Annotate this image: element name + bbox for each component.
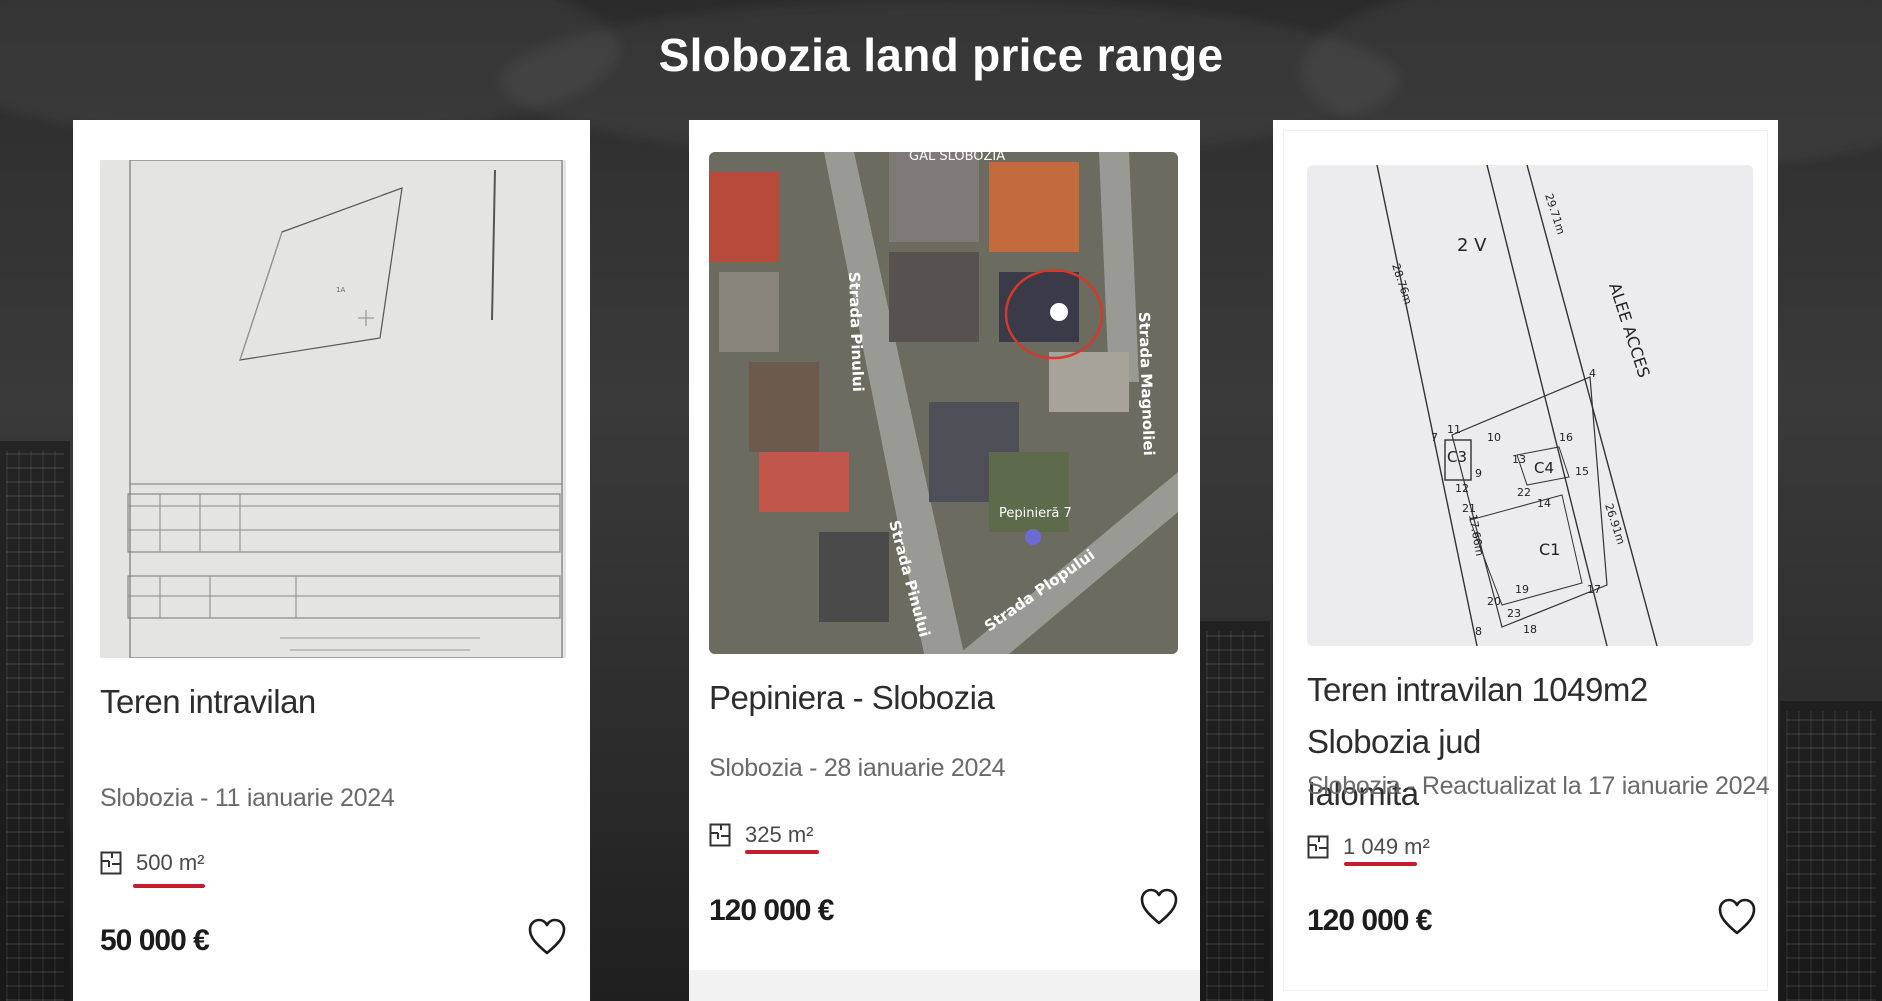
plan-point-label: 12 xyxy=(1455,482,1469,495)
plan-point-label: 9 xyxy=(1475,467,1482,480)
listing-card-2[interactable]: GAL SLOBOZIA Strada Pinului Strada Pinul… xyxy=(689,120,1200,1001)
floor-plan-icon xyxy=(709,823,731,847)
listing-card-1[interactable]: 1A Teren intravilan Slobozia - 11 ianuar… xyxy=(73,120,590,1001)
listing-location-date: Slobozia - 28 ianuarie 2024 xyxy=(709,754,1006,782)
plan-point-label: 8 xyxy=(1475,625,1482,638)
plan-building-label: C3 xyxy=(1447,448,1467,466)
listing-area-value: 1 049 m² xyxy=(1343,834,1430,859)
plan-point-label: 10 xyxy=(1487,431,1501,444)
svg-text:1A: 1A xyxy=(336,286,345,294)
plan-point-label: 14 xyxy=(1537,497,1551,510)
listing-title[interactable]: Pepiniera - Slobozia xyxy=(709,672,995,724)
listing-location-date: Slobozia - Reactualizat la 17 ianuarie 2… xyxy=(1307,772,1770,800)
listing-image-survey-plan[interactable]: 1A xyxy=(100,160,566,658)
plan-point-label: 16 xyxy=(1559,431,1573,444)
listing-title-line-1[interactable]: Teren intravilan 1049m2 Slobozia jud xyxy=(1307,664,1767,768)
plan-point-label: 4 xyxy=(1589,367,1596,380)
listing-image-site-plan[interactable]: 2 V ALEE ACCES 28.76m 29.71m 17.66m 26.9… xyxy=(1307,165,1753,646)
listing-card-3[interactable]: 2 V ALEE ACCES 28.76m 29.71m 17.66m 26.9… xyxy=(1273,120,1778,1001)
plan-point-label: 7 xyxy=(1431,431,1438,444)
page-title: Slobozia land price range xyxy=(658,29,1224,81)
heart-outline-icon[interactable] xyxy=(527,916,567,958)
plan-building-label: C4 xyxy=(1534,459,1554,477)
listing-area-value: 500 m² xyxy=(136,850,205,875)
map-label-top: GAL SLOBOZIA xyxy=(909,152,1005,164)
listing-title[interactable]: Teren intravilan xyxy=(100,676,316,728)
area-highlight-underline xyxy=(1344,862,1417,866)
heart-outline-icon[interactable] xyxy=(1139,886,1179,928)
plan-point-label: 18 xyxy=(1523,623,1537,636)
plan-point-label: 17 xyxy=(1587,583,1601,596)
map-poi-label: Pepinieră 7 xyxy=(999,506,1072,521)
plan-point-label: 21 xyxy=(1462,502,1476,515)
area-highlight-underline xyxy=(133,884,205,888)
plan-point-label: 13 xyxy=(1512,453,1526,466)
card-footer-band xyxy=(689,970,1200,1001)
plan-point-label: 15 xyxy=(1575,465,1589,478)
plan-zone-label: 2 V xyxy=(1457,235,1487,256)
listing-area: 325 m² xyxy=(709,822,813,848)
floor-plan-icon xyxy=(1307,835,1329,859)
listing-area: 1 049 m² xyxy=(1307,834,1430,860)
listing-area: 500 m² xyxy=(100,850,204,876)
plan-point-label: 22 xyxy=(1517,486,1531,499)
plan-point-label: 11 xyxy=(1447,423,1461,436)
plan-building-label: C1 xyxy=(1539,540,1560,559)
plan-point-label: 19 xyxy=(1515,583,1529,596)
plan-point-label: 20 xyxy=(1487,595,1501,608)
heart-outline-icon[interactable] xyxy=(1717,896,1757,938)
listing-price: 120 000 € xyxy=(1307,904,1432,937)
listing-location-date: Slobozia - 11 ianuarie 2024 xyxy=(100,784,395,812)
listing-image-satellite-map[interactable]: GAL SLOBOZIA Strada Pinului Strada Pinul… xyxy=(709,152,1178,654)
listing-area-value: 325 m² xyxy=(745,822,814,847)
listing-price: 120 000 € xyxy=(709,894,834,927)
listing-price: 50 000 € xyxy=(100,924,210,957)
floor-plan-icon xyxy=(100,851,122,875)
plan-point-label: 23 xyxy=(1507,607,1521,620)
area-highlight-underline xyxy=(745,850,819,854)
